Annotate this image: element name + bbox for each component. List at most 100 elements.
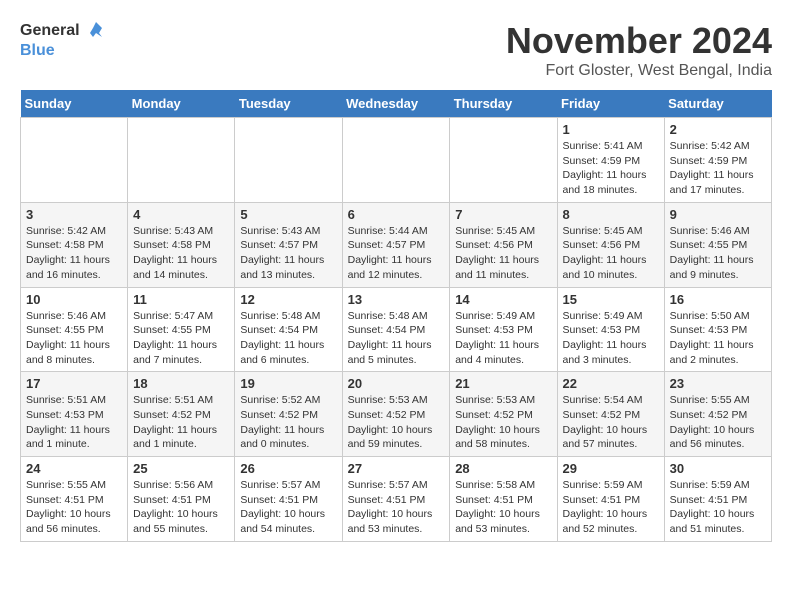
day-number: 2 — [670, 122, 766, 137]
day-number: 10 — [26, 292, 122, 307]
day-info: Sunrise: 5:58 AM Sunset: 4:51 PM Dayligh… — [455, 478, 551, 537]
calendar-cell: 25 Sunrise: 5:56 AM Sunset: 4:51 PM Dayli… — [128, 457, 235, 542]
calendar-cell: 5 Sunrise: 5:43 AM Sunset: 4:57 PM Daylig… — [235, 202, 342, 287]
day-info: Sunrise: 5:42 AM Sunset: 4:58 PM Dayligh… — [26, 224, 122, 283]
calendar-cell — [128, 118, 235, 203]
calendar-week-row: 1Sunrise: 5:41 AM Sunset: 4:59 PM Daylig… — [21, 118, 772, 203]
calendar-week-row: 3 Sunrise: 5:42 AM Sunset: 4:58 PM Daylig… — [21, 202, 772, 287]
logo-bird-icon — [82, 20, 104, 42]
calendar-cell: 16 Sunrise: 5:50 AM Sunset: 4:53 PM Dayli… — [664, 287, 771, 372]
calendar-cell: 4Sunrise: 5:43 AM Sunset: 4:58 PM Daylig… — [128, 202, 235, 287]
day-info: Sunrise: 5:48 AM Sunset: 4:54 PM Dayligh… — [348, 309, 445, 368]
calendar-cell — [235, 118, 342, 203]
calendar-cell: 13 Sunrise: 5:48 AM Sunset: 4:54 PM Dayli… — [342, 287, 450, 372]
day-info: Sunrise: 5:57 AM Sunset: 4:51 PM Dayligh… — [348, 478, 445, 537]
calendar-cell — [21, 118, 128, 203]
calendar-week-row: 24 Sunrise: 5:55 AM Sunset: 4:51 PM Dayli… — [21, 457, 772, 542]
calendar-cell: 19Sunrise: 5:52 AM Sunset: 4:52 PM Dayli… — [235, 372, 342, 457]
calendar-cell: 2 Sunrise: 5:42 AM Sunset: 4:59 PM Daylig… — [664, 118, 771, 203]
day-number: 28 — [455, 461, 551, 476]
calendar-week-row: 17 Sunrise: 5:51 AM Sunset: 4:53 PM Dayli… — [21, 372, 772, 457]
subtitle: Fort Gloster, West Bengal, India — [506, 62, 772, 80]
day-info: Sunrise: 5:50 AM Sunset: 4:53 PM Dayligh… — [670, 309, 766, 368]
day-info: Sunrise: 5:51 AM Sunset: 4:52 PM Dayligh… — [133, 393, 229, 452]
day-number: 1 — [563, 122, 659, 137]
day-info: Sunrise: 5:43 AM Sunset: 4:57 PM Dayligh… — [240, 224, 336, 283]
day-number: 24 — [26, 461, 122, 476]
day-number: 22 — [563, 376, 659, 391]
day-info: Sunrise: 5:51 AM Sunset: 4:53 PM Dayligh… — [26, 393, 122, 452]
day-number: 21 — [455, 376, 551, 391]
day-number: 23 — [670, 376, 766, 391]
day-number: 4 — [133, 207, 229, 222]
day-info: Sunrise: 5:59 AM Sunset: 4:51 PM Dayligh… — [670, 478, 766, 537]
day-info: Sunrise: 5:42 AM Sunset: 4:59 PM Dayligh… — [670, 139, 766, 198]
day-number: 26 — [240, 461, 336, 476]
calendar-cell: 17 Sunrise: 5:51 AM Sunset: 4:53 PM Dayli… — [21, 372, 128, 457]
day-info: Sunrise: 5:53 AM Sunset: 4:52 PM Dayligh… — [348, 393, 445, 452]
calendar-cell: 1Sunrise: 5:41 AM Sunset: 4:59 PM Daylig… — [557, 118, 664, 203]
day-info: Sunrise: 5:48 AM Sunset: 4:54 PM Dayligh… — [240, 309, 336, 368]
day-info: Sunrise: 5:44 AM Sunset: 4:57 PM Dayligh… — [348, 224, 445, 283]
day-number: 18 — [133, 376, 229, 391]
day-info: Sunrise: 5:46 AM Sunset: 4:55 PM Dayligh… — [26, 309, 122, 368]
day-number: 5 — [240, 207, 336, 222]
calendar-col-header: Friday — [557, 90, 664, 118]
day-info: Sunrise: 5:46 AM Sunset: 4:55 PM Dayligh… — [670, 224, 766, 283]
calendar-col-header: Sunday — [21, 90, 128, 118]
calendar-cell: 23 Sunrise: 5:55 AM Sunset: 4:52 PM Dayli… — [664, 372, 771, 457]
day-info: Sunrise: 5:47 AM Sunset: 4:55 PM Dayligh… — [133, 309, 229, 368]
calendar-cell: 12 Sunrise: 5:48 AM Sunset: 4:54 PM Dayli… — [235, 287, 342, 372]
day-info: Sunrise: 5:49 AM Sunset: 4:53 PM Dayligh… — [563, 309, 659, 368]
day-info: Sunrise: 5:54 AM Sunset: 4:52 PM Dayligh… — [563, 393, 659, 452]
day-number: 27 — [348, 461, 445, 476]
calendar-cell: 26Sunrise: 5:57 AM Sunset: 4:51 PM Dayli… — [235, 457, 342, 542]
calendar-col-header: Monday — [128, 90, 235, 118]
calendar-col-header: Thursday — [450, 90, 557, 118]
day-info: Sunrise: 5:56 AM Sunset: 4:51 PM Dayligh… — [133, 478, 229, 537]
header: General Blue November 2024 Fort Gloster,… — [20, 20, 772, 80]
calendar-cell — [450, 118, 557, 203]
calendar-cell: 27 Sunrise: 5:57 AM Sunset: 4:51 PM Dayli… — [342, 457, 450, 542]
day-number: 16 — [670, 292, 766, 307]
day-number: 6 — [348, 207, 445, 222]
calendar-col-header: Tuesday — [235, 90, 342, 118]
day-info: Sunrise: 5:55 AM Sunset: 4:51 PM Dayligh… — [26, 478, 122, 537]
day-number: 7 — [455, 207, 551, 222]
calendar-cell: 29 Sunrise: 5:59 AM Sunset: 4:51 PM Dayli… — [557, 457, 664, 542]
calendar-header-row: SundayMondayTuesdayWednesdayThursdayFrid… — [21, 90, 772, 118]
calendar-cell: 10 Sunrise: 5:46 AM Sunset: 4:55 PM Dayli… — [21, 287, 128, 372]
day-number: 19 — [240, 376, 336, 391]
day-number: 14 — [455, 292, 551, 307]
day-number: 3 — [26, 207, 122, 222]
calendar-col-header: Saturday — [664, 90, 771, 118]
calendar-cell: 20 Sunrise: 5:53 AM Sunset: 4:52 PM Dayli… — [342, 372, 450, 457]
calendar-cell: 14Sunrise: 5:49 AM Sunset: 4:53 PM Dayli… — [450, 287, 557, 372]
day-number: 29 — [563, 461, 659, 476]
day-number: 12 — [240, 292, 336, 307]
calendar-cell: 30 Sunrise: 5:59 AM Sunset: 4:51 PM Dayli… — [664, 457, 771, 542]
day-number: 17 — [26, 376, 122, 391]
day-number: 11 — [133, 292, 229, 307]
day-info: Sunrise: 5:59 AM Sunset: 4:51 PM Dayligh… — [563, 478, 659, 537]
calendar-cell: 15Sunrise: 5:49 AM Sunset: 4:53 PM Dayli… — [557, 287, 664, 372]
day-info: Sunrise: 5:53 AM Sunset: 4:52 PM Dayligh… — [455, 393, 551, 452]
day-number: 25 — [133, 461, 229, 476]
day-number: 8 — [563, 207, 659, 222]
day-number: 20 — [348, 376, 445, 391]
day-number: 13 — [348, 292, 445, 307]
day-number: 30 — [670, 461, 766, 476]
calendar-cell: 11 Sunrise: 5:47 AM Sunset: 4:55 PM Dayli… — [128, 287, 235, 372]
calendar-cell: 6 Sunrise: 5:44 AM Sunset: 4:57 PM Daylig… — [342, 202, 450, 287]
day-number: 9 — [670, 207, 766, 222]
day-info: Sunrise: 5:55 AM Sunset: 4:52 PM Dayligh… — [670, 393, 766, 452]
calendar-table: SundayMondayTuesdayWednesdayThursdayFrid… — [20, 90, 772, 542]
calendar-cell: 21 Sunrise: 5:53 AM Sunset: 4:52 PM Dayli… — [450, 372, 557, 457]
calendar-week-row: 10 Sunrise: 5:46 AM Sunset: 4:55 PM Dayli… — [21, 287, 772, 372]
calendar-body: 1Sunrise: 5:41 AM Sunset: 4:59 PM Daylig… — [21, 118, 772, 542]
month-title: November 2024 — [506, 20, 772, 62]
calendar-cell: 3 Sunrise: 5:42 AM Sunset: 4:58 PM Daylig… — [21, 202, 128, 287]
calendar-cell: 9 Sunrise: 5:46 AM Sunset: 4:55 PM Daylig… — [664, 202, 771, 287]
calendar-cell: 24 Sunrise: 5:55 AM Sunset: 4:51 PM Dayli… — [21, 457, 128, 542]
calendar-cell — [342, 118, 450, 203]
